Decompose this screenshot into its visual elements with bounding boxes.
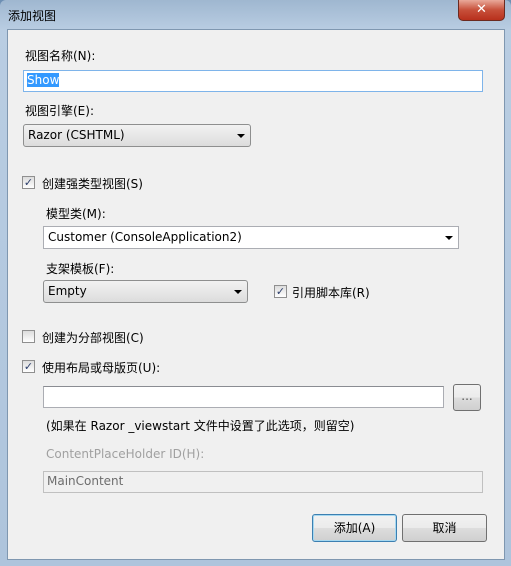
layout-hint: (如果在 Razor _viewstart 文件中设置了此选项，则留空) <box>46 419 355 433</box>
use-layout-checkbox[interactable]: ✓ <box>22 360 35 373</box>
reference-scripts-label: 引用脚本库(R) <box>292 286 370 300</box>
strongly-typed-checkbox[interactable]: ✓ <box>22 176 35 189</box>
view-name-input[interactable]: Show <box>23 70 483 92</box>
view-name-label: 视图名称(N): <box>25 49 96 63</box>
model-class-select[interactable]: Customer (ConsoleApplication2) <box>43 226 459 249</box>
reference-scripts-checkbox[interactable]: ✓ <box>274 285 287 298</box>
layout-path-input[interactable] <box>43 386 444 408</box>
close-icon: ✕ <box>476 2 487 17</box>
scaffold-template-select[interactable]: Empty <box>43 280 248 303</box>
close-button[interactable]: ✕ <box>458 0 505 21</box>
partial-view-label: 创建为分部视图(C) <box>42 331 144 345</box>
partial-view-checkbox[interactable] <box>22 330 35 343</box>
model-class-value: Customer (ConsoleApplication2) <box>48 230 242 244</box>
placeholder-id-input[interactable]: MainContent <box>43 471 483 493</box>
cancel-button[interactable]: 取消 <box>402 514 487 542</box>
chevron-down-icon <box>237 134 245 138</box>
view-engine-label: 视图引擎(E): <box>25 104 94 118</box>
add-button[interactable]: 添加(A) <box>312 514 397 542</box>
chevron-down-icon <box>234 290 242 294</box>
view-engine-select[interactable]: Razor (CSHTML) <box>23 124 251 147</box>
scaffold-template-value: Empty <box>48 284 87 298</box>
scaffold-template-label: 支架模板(F): <box>46 262 115 276</box>
strongly-typed-label: 创建强类型视图(S) <box>42 177 143 191</box>
browse-button[interactable]: ... <box>453 384 481 411</box>
use-layout-label: 使用布局或母版页(U): <box>42 361 161 375</box>
dialog-title: 添加视图 <box>8 9 57 23</box>
placeholder-id-label: ContentPlaceHolder ID(H): <box>46 447 205 461</box>
view-name-value: Show <box>27 73 60 87</box>
chevron-down-icon <box>445 236 453 240</box>
model-class-label: 模型类(M): <box>46 207 106 221</box>
view-engine-value: Razor (CSHTML) <box>28 128 125 142</box>
